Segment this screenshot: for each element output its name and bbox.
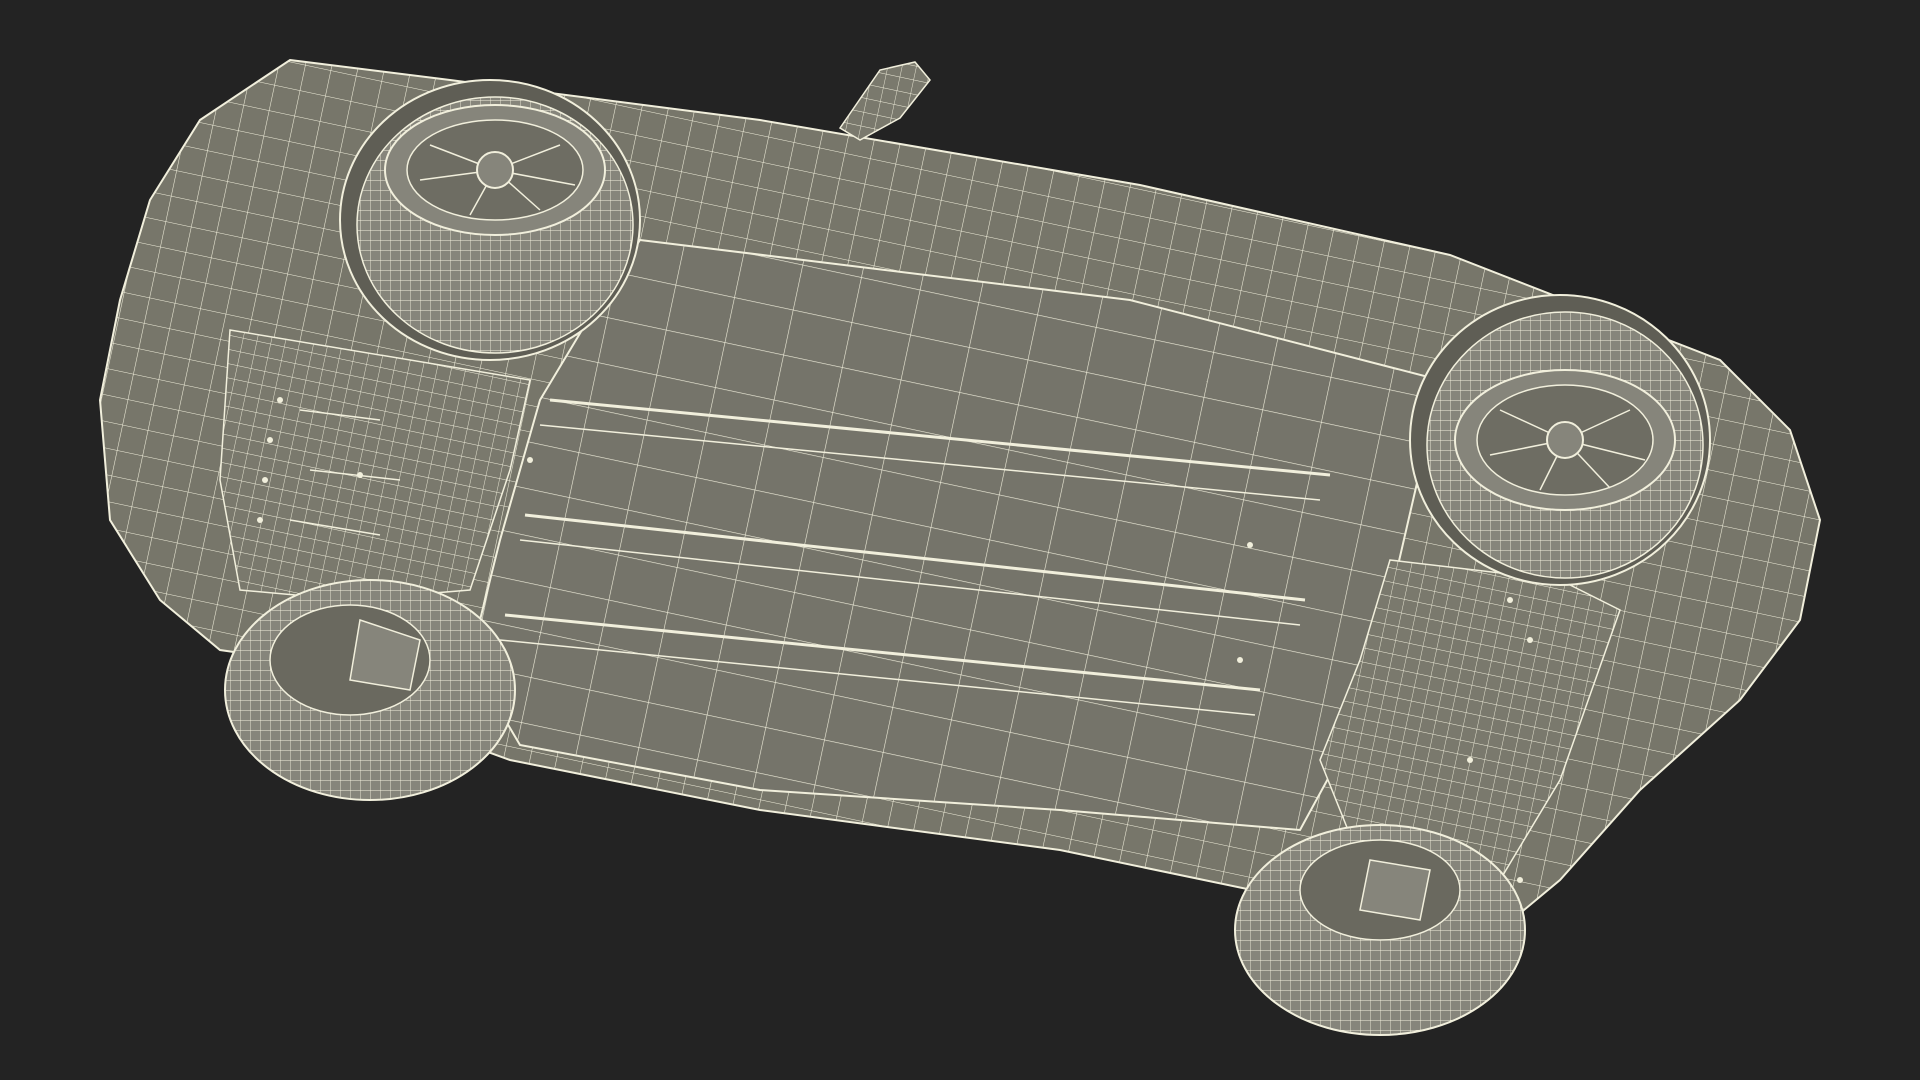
wireframe-render bbox=[98, 58, 1822, 1036]
front-left-wheel bbox=[339, 79, 641, 361]
rear-left-wheel bbox=[1409, 294, 1711, 586]
side-mirror bbox=[838, 61, 931, 141]
front-right-wheel bbox=[224, 579, 516, 801]
3d-viewport[interactable] bbox=[0, 0, 1920, 1080]
rear-right-wheel bbox=[1234, 824, 1526, 1036]
